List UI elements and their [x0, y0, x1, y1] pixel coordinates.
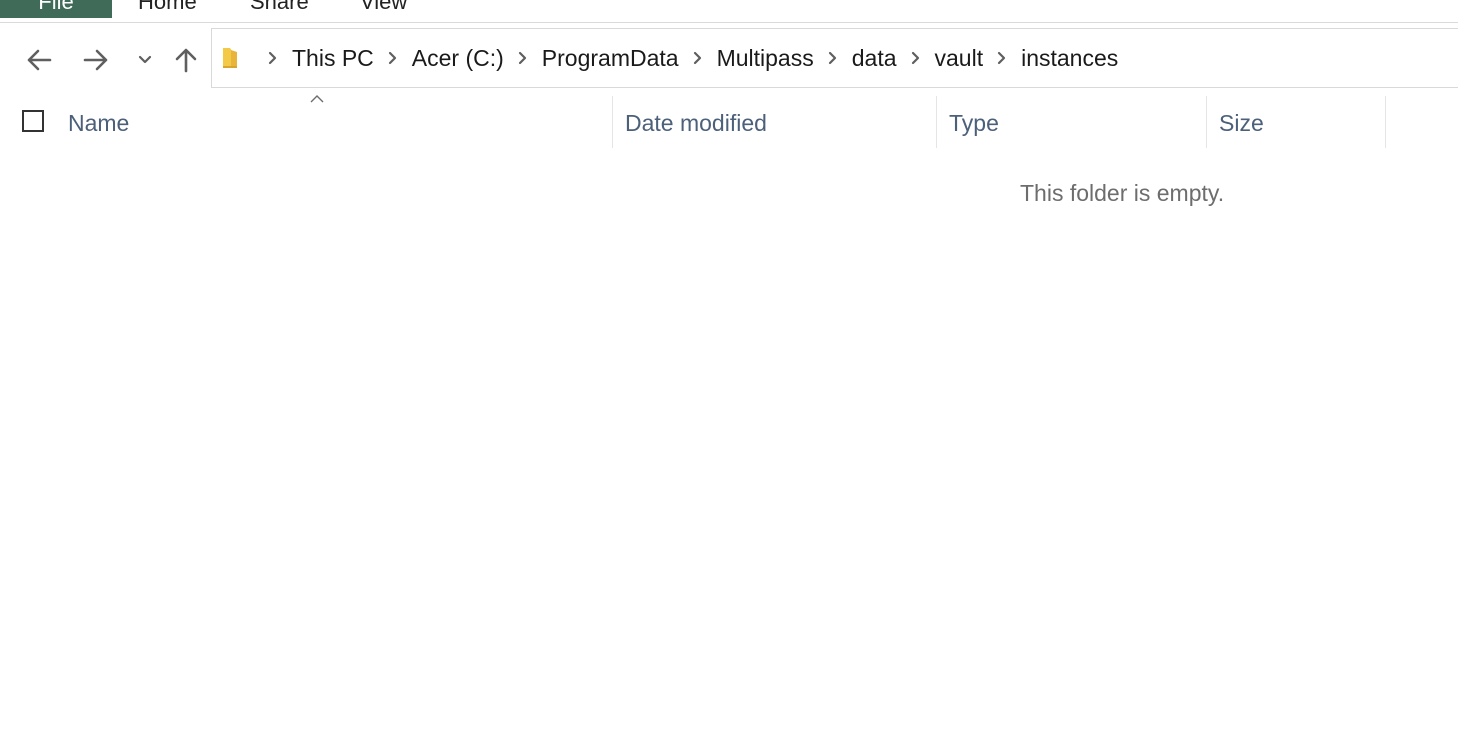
- column-header-size[interactable]: Size: [1206, 96, 1386, 148]
- ribbon-tabs: File Home Share View: [0, 0, 1458, 23]
- tab-home[interactable]: Home: [138, 0, 197, 17]
- column-header-date-modified[interactable]: Date modified: [612, 96, 936, 148]
- column-header-name[interactable]: Name: [56, 96, 612, 148]
- tab-file[interactable]: File: [0, 0, 112, 18]
- tab-share[interactable]: Share: [250, 0, 309, 17]
- breadcrumb-this-pc[interactable]: This PC: [292, 45, 374, 72]
- breadcrumb-programdata[interactable]: ProgramData: [542, 45, 679, 72]
- breadcrumb: This PC Acer (C:) ProgramData Multipass …: [220, 29, 1118, 87]
- chevron-right-icon[interactable]: [374, 43, 412, 73]
- arrow-left-icon: [27, 49, 52, 71]
- tab-view[interactable]: View: [360, 0, 407, 17]
- breadcrumb-multipass[interactable]: Multipass: [717, 45, 814, 72]
- up-button[interactable]: [166, 40, 206, 80]
- empty-folder-message: This folder is empty.: [1020, 180, 1225, 206]
- breadcrumb-vault[interactable]: vault: [935, 45, 984, 72]
- folder-icon: [223, 48, 237, 68]
- breadcrumb-data[interactable]: data: [852, 45, 897, 72]
- address-bar[interactable]: This PC Acer (C:) ProgramData Multipass …: [211, 28, 1458, 88]
- chevron-right-icon[interactable]: [897, 43, 935, 73]
- recent-locations-button[interactable]: [130, 40, 160, 80]
- chevron-right-icon[interactable]: [814, 43, 852, 73]
- chevron-down-icon: [138, 55, 152, 64]
- select-all-checkbox[interactable]: [22, 110, 44, 132]
- back-button[interactable]: [19, 40, 59, 80]
- forward-button[interactable]: [76, 40, 116, 80]
- chevron-right-icon[interactable]: [983, 43, 1021, 73]
- column-header-type[interactable]: Type: [936, 96, 1206, 148]
- chevron-right-icon[interactable]: [504, 43, 542, 73]
- breadcrumb-instances[interactable]: instances: [1021, 45, 1118, 72]
- arrow-right-icon: [83, 49, 108, 71]
- chevron-right-icon[interactable]: [679, 43, 717, 73]
- chevron-right-icon[interactable]: [254, 43, 292, 73]
- arrow-up-icon: [175, 48, 197, 73]
- breadcrumb-drive[interactable]: Acer (C:): [412, 45, 504, 72]
